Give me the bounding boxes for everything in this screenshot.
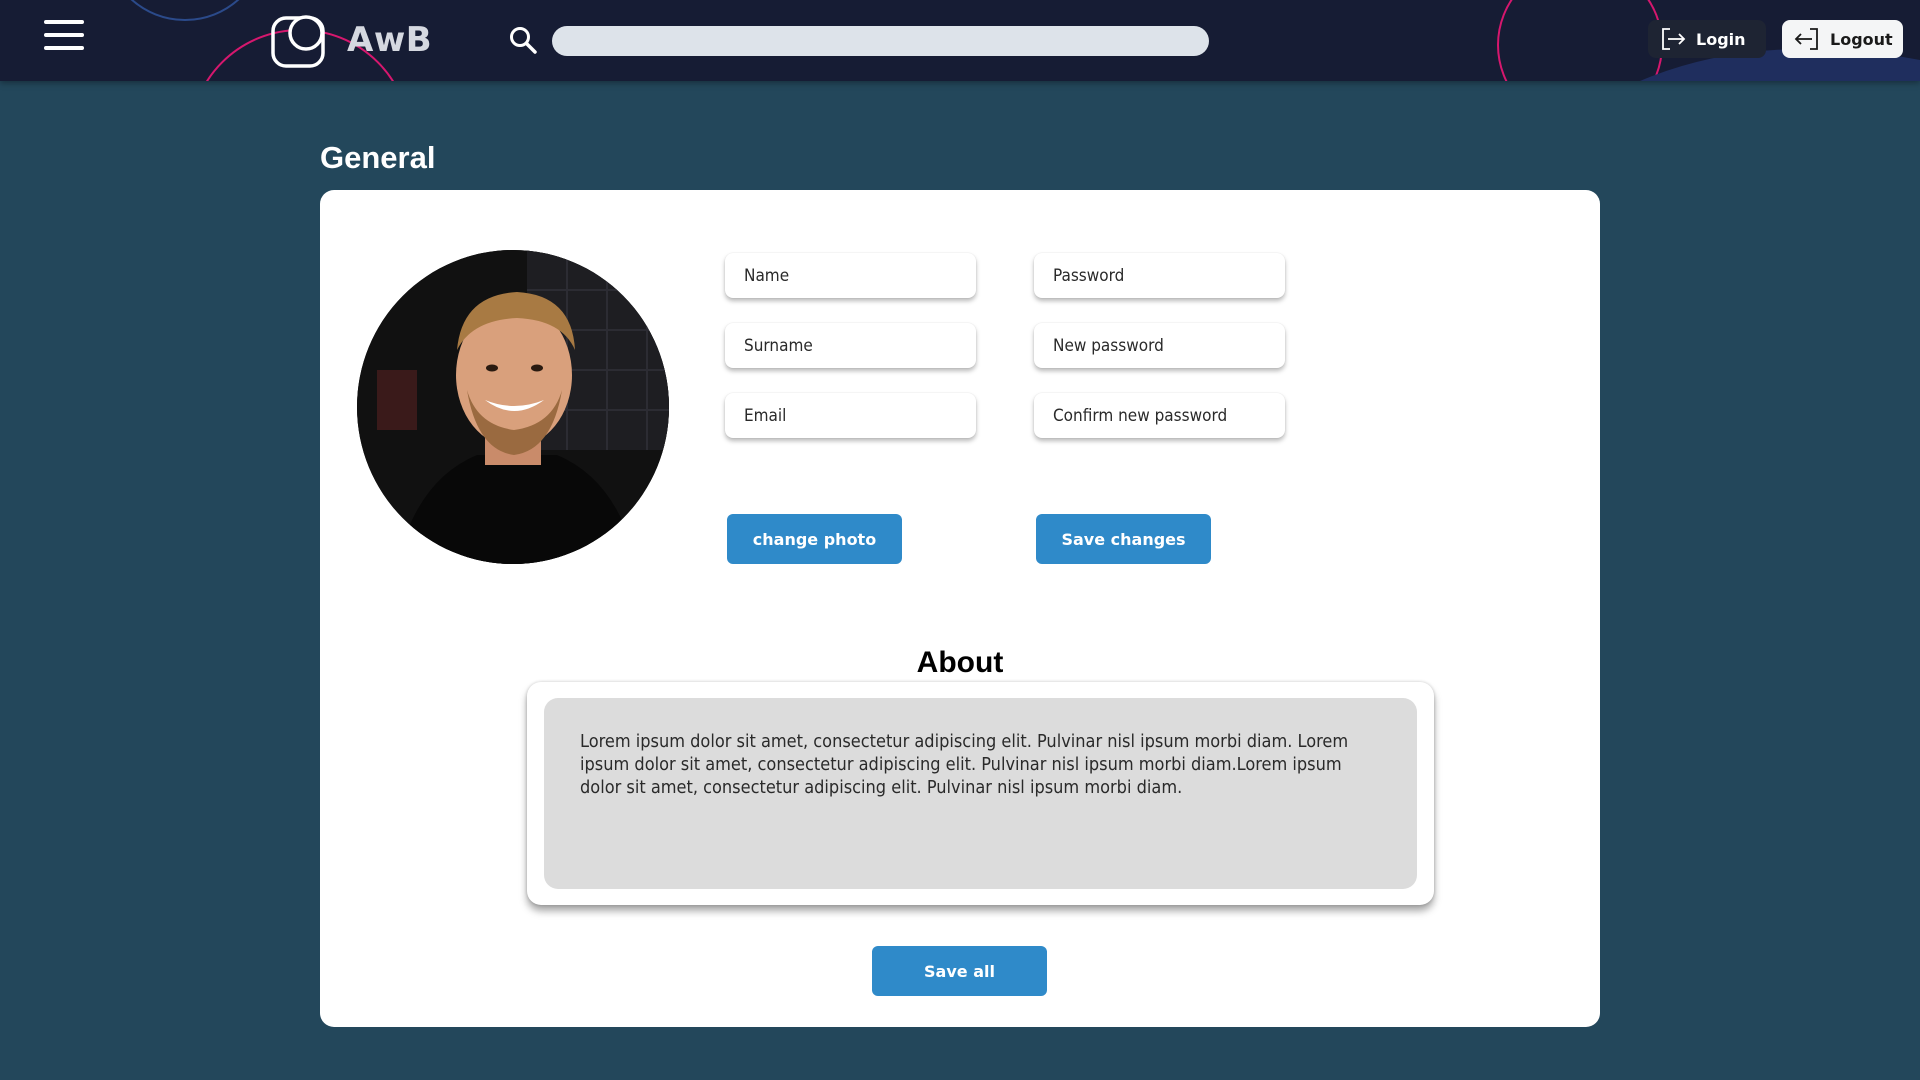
profile-card: change photo Save changes About Lorem ip… (320, 190, 1600, 1027)
login-button[interactable]: Login (1648, 20, 1766, 58)
about-title: About (916, 646, 1004, 679)
change-photo-button[interactable]: change photo (727, 514, 902, 564)
login-arrow-icon (1662, 28, 1686, 50)
search-icon[interactable] (508, 25, 538, 55)
about-frame: Lorem ipsum dolor sit amet, consectetur … (527, 682, 1434, 905)
confirm-new-password-field[interactable] (1034, 393, 1285, 438)
password-field[interactable] (1034, 253, 1285, 298)
save-all-button[interactable]: Save all (872, 946, 1047, 996)
logout-label: Logout (1830, 29, 1893, 49)
logout-button[interactable]: Logout (1782, 20, 1903, 58)
about-textarea[interactable]: Lorem ipsum dolor sit amet, consectetur … (544, 698, 1417, 889)
surname-field[interactable] (725, 323, 976, 368)
new-password-field[interactable] (1034, 323, 1285, 368)
logo-icon[interactable] (270, 13, 330, 70)
email-field[interactable] (725, 393, 976, 438)
hamburger-menu-icon[interactable] (44, 20, 84, 50)
avatar (357, 250, 669, 564)
login-label: Login (1696, 29, 1746, 49)
search-input[interactable] (552, 26, 1209, 56)
logo-text[interactable]: AwB (347, 20, 432, 60)
top-navigation-bar: AwB Login Logout (0, 0, 1920, 81)
save-changes-button[interactable]: Save changes (1036, 514, 1211, 564)
name-field[interactable] (725, 253, 976, 298)
logout-arrow-icon (1794, 28, 1818, 50)
profile-photo (357, 250, 669, 564)
page-title: General (320, 140, 436, 175)
